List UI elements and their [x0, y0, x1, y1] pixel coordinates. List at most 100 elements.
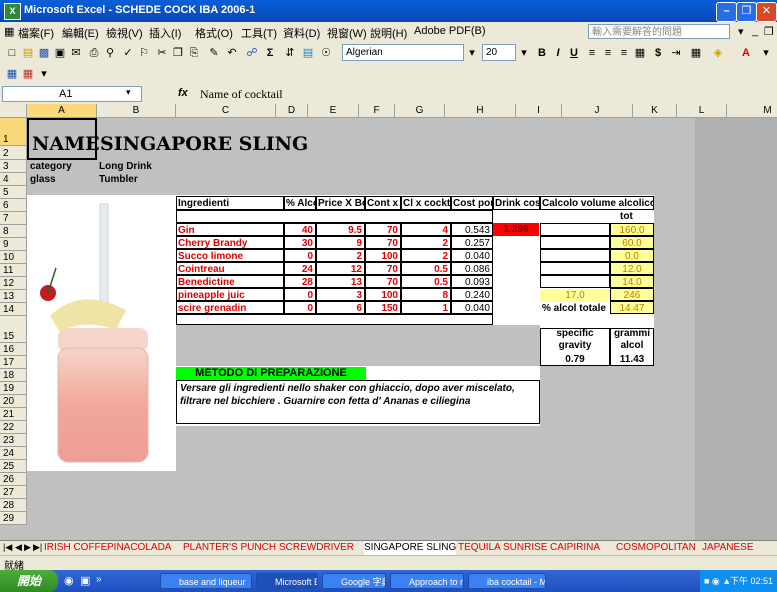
- spelling-icon[interactable]: ✓: [120, 45, 136, 61]
- sort-ascending-icon[interactable]: ⇵: [282, 45, 298, 61]
- row-header-19[interactable]: 19: [0, 382, 27, 395]
- autosum-icon[interactable]: Σ: [262, 45, 278, 61]
- paste-icon[interactable]: ⎘: [186, 45, 202, 61]
- row-header-15[interactable]: 15: [0, 316, 27, 343]
- row-header-5[interactable]: 5: [0, 186, 27, 199]
- align-right-icon[interactable]: ≡: [616, 45, 632, 61]
- column-header-j[interactable]: J: [562, 104, 633, 118]
- permission-icon[interactable]: ▣: [52, 45, 68, 61]
- print-icon[interactable]: ⎙: [86, 45, 102, 61]
- minimize-button[interactable]: –: [716, 2, 737, 22]
- row-header-17[interactable]: 17: [0, 356, 27, 369]
- toolbar-options-icon[interactable]: ▾: [758, 45, 774, 61]
- hyperlink-icon[interactable]: ☍: [244, 45, 260, 61]
- row-header-24[interactable]: 24: [0, 447, 27, 460]
- maximize-button[interactable]: ❐: [736, 2, 757, 22]
- worksheet[interactable]: ABCDEFGHIJKLM 1 2 3 4 5 6 7 8 9 10 11 12 13 14 15 16 17 1…: [0, 104, 777, 540]
- row-header-18[interactable]: 18: [0, 369, 27, 382]
- row-header-20[interactable]: 20: [0, 395, 27, 408]
- font-color-icon[interactable]: A: [738, 45, 754, 61]
- pdf-email-icon[interactable]: ▦: [20, 66, 36, 82]
- help-search-input[interactable]: 輸入需要解答的問題: [588, 24, 730, 39]
- quicklaunch-ie-icon[interactable]: ◉: [64, 574, 74, 587]
- task-approach[interactable]: Approach to ma...: [390, 573, 464, 589]
- column-header-g[interactable]: G: [395, 104, 445, 118]
- row-header-28[interactable]: 28: [0, 499, 27, 512]
- align-left-icon[interactable]: ≡: [584, 45, 600, 61]
- sheet-tab-tequila-sunrise[interactable]: TEQUILA SUNRISE: [458, 541, 547, 555]
- menu-view[interactable]: 檢視(V): [106, 25, 143, 41]
- sheet-tab-irish-coffe[interactable]: IRISH COFFE: [44, 541, 107, 555]
- print-preview-icon[interactable]: ⚲: [102, 45, 118, 61]
- bold-icon[interactable]: B: [534, 45, 550, 61]
- formula-input[interactable]: Name of cocktail: [200, 87, 283, 102]
- task-base-and-liqueur[interactable]: base and liqueur: [160, 573, 252, 589]
- sheet-tab-japanese[interactable]: JAPANESE: [702, 541, 754, 555]
- column-header-k[interactable]: K: [633, 104, 677, 118]
- email-icon[interactable]: ✉: [68, 45, 84, 61]
- sheet-tab-caipirina[interactable]: CAIPIRINA: [550, 541, 600, 555]
- sheet-tab-planter-s-punch[interactable]: PLANTER'S PUNCH: [183, 541, 276, 555]
- doc-restore-icon[interactable]: ❐: [764, 25, 774, 38]
- new-icon[interactable]: □: [4, 45, 20, 61]
- help-icon[interactable]: ☉: [318, 45, 334, 61]
- row-header-6[interactable]: 6: [0, 199, 27, 212]
- row-header-26[interactable]: 26: [0, 473, 27, 486]
- undo-icon[interactable]: ↶: [224, 45, 240, 61]
- help-dropdown-icon[interactable]: ▾: [738, 25, 744, 38]
- tray-icons[interactable]: ■ ◉ ▲: [704, 570, 731, 592]
- row-header-1[interactable]: 1: [0, 118, 27, 146]
- row-header-13[interactable]: 13: [0, 290, 27, 303]
- column-header-e[interactable]: E: [308, 104, 359, 118]
- name-box[interactable]: A1: [2, 86, 142, 102]
- chart-wizard-icon[interactable]: ▤: [300, 45, 316, 61]
- insert-function-icon[interactable]: fx: [178, 87, 188, 99]
- first-sheet-icon[interactable]: |◀: [3, 542, 12, 553]
- increase-indent-icon[interactable]: ⇥: [668, 45, 684, 61]
- doc-minimize-icon[interactable]: _: [752, 25, 758, 37]
- column-header-i[interactable]: I: [516, 104, 562, 118]
- row-header-23[interactable]: 23: [0, 434, 27, 447]
- pdf-convert-icon[interactable]: ▦: [4, 66, 20, 82]
- menu-help[interactable]: 說明(H): [370, 25, 407, 41]
- column-header-b[interactable]: B: [97, 104, 176, 118]
- open-icon[interactable]: ▤: [20, 45, 36, 61]
- menu-file[interactable]: 檔案(F): [18, 25, 54, 41]
- column-header-a[interactable]: A: [27, 104, 97, 118]
- column-header-f[interactable]: F: [359, 104, 395, 118]
- font-size-select[interactable]: 20: [482, 44, 516, 61]
- column-header-l[interactable]: L: [677, 104, 727, 118]
- start-button[interactable]: 開始: [0, 570, 58, 592]
- select-all-corner[interactable]: [0, 104, 27, 118]
- sheet-tab-singapore-sling[interactable]: SINGAPORE SLING: [364, 541, 457, 556]
- toolbar2-options-icon[interactable]: ▾: [36, 66, 52, 82]
- copy-icon[interactable]: ❐: [170, 45, 186, 61]
- last-sheet-icon[interactable]: ▶|: [33, 542, 42, 553]
- font-name-dropdown-icon[interactable]: ▾: [464, 45, 480, 61]
- row-header-25[interactable]: 25: [0, 460, 27, 473]
- borders-icon[interactable]: ▦: [688, 45, 704, 61]
- row-header-27[interactable]: 27: [0, 486, 27, 499]
- fill-color-icon[interactable]: ◈: [710, 45, 726, 61]
- task-iba-cocktail[interactable]: iba cocktail - Mi...: [468, 573, 546, 589]
- menu-tools[interactable]: 工具(T): [241, 25, 277, 41]
- font-size-dropdown-icon[interactable]: ▾: [516, 45, 532, 61]
- row-header-7[interactable]: 7: [0, 212, 27, 225]
- row-header-12[interactable]: 12: [0, 277, 27, 290]
- prev-sheet-icon[interactable]: ◀: [15, 542, 22, 553]
- next-sheet-icon[interactable]: ▶: [24, 542, 31, 553]
- currency-icon[interactable]: $: [650, 45, 666, 61]
- merge-center-icon[interactable]: ▦: [632, 45, 648, 61]
- sheet-tab-pinacolada[interactable]: PINACOLADA: [107, 541, 171, 555]
- close-button[interactable]: ✕: [756, 2, 777, 22]
- menu-data[interactable]: 資料(D): [283, 25, 320, 41]
- research-icon[interactable]: ⚐: [136, 45, 152, 61]
- row-header-2[interactable]: 2: [0, 146, 27, 160]
- sheet-tab-cosmopolitan[interactable]: COSMOPOLITAN: [616, 541, 696, 555]
- menu-insert[interactable]: 插入(I): [149, 25, 181, 41]
- column-header-m[interactable]: M: [727, 104, 777, 118]
- task-microsoft-excel[interactable]: Microsoft Excel...: [256, 573, 318, 589]
- quicklaunch-desktop-icon[interactable]: ▣: [80, 574, 90, 587]
- italic-icon[interactable]: I: [550, 45, 566, 61]
- column-header-d[interactable]: D: [276, 104, 308, 118]
